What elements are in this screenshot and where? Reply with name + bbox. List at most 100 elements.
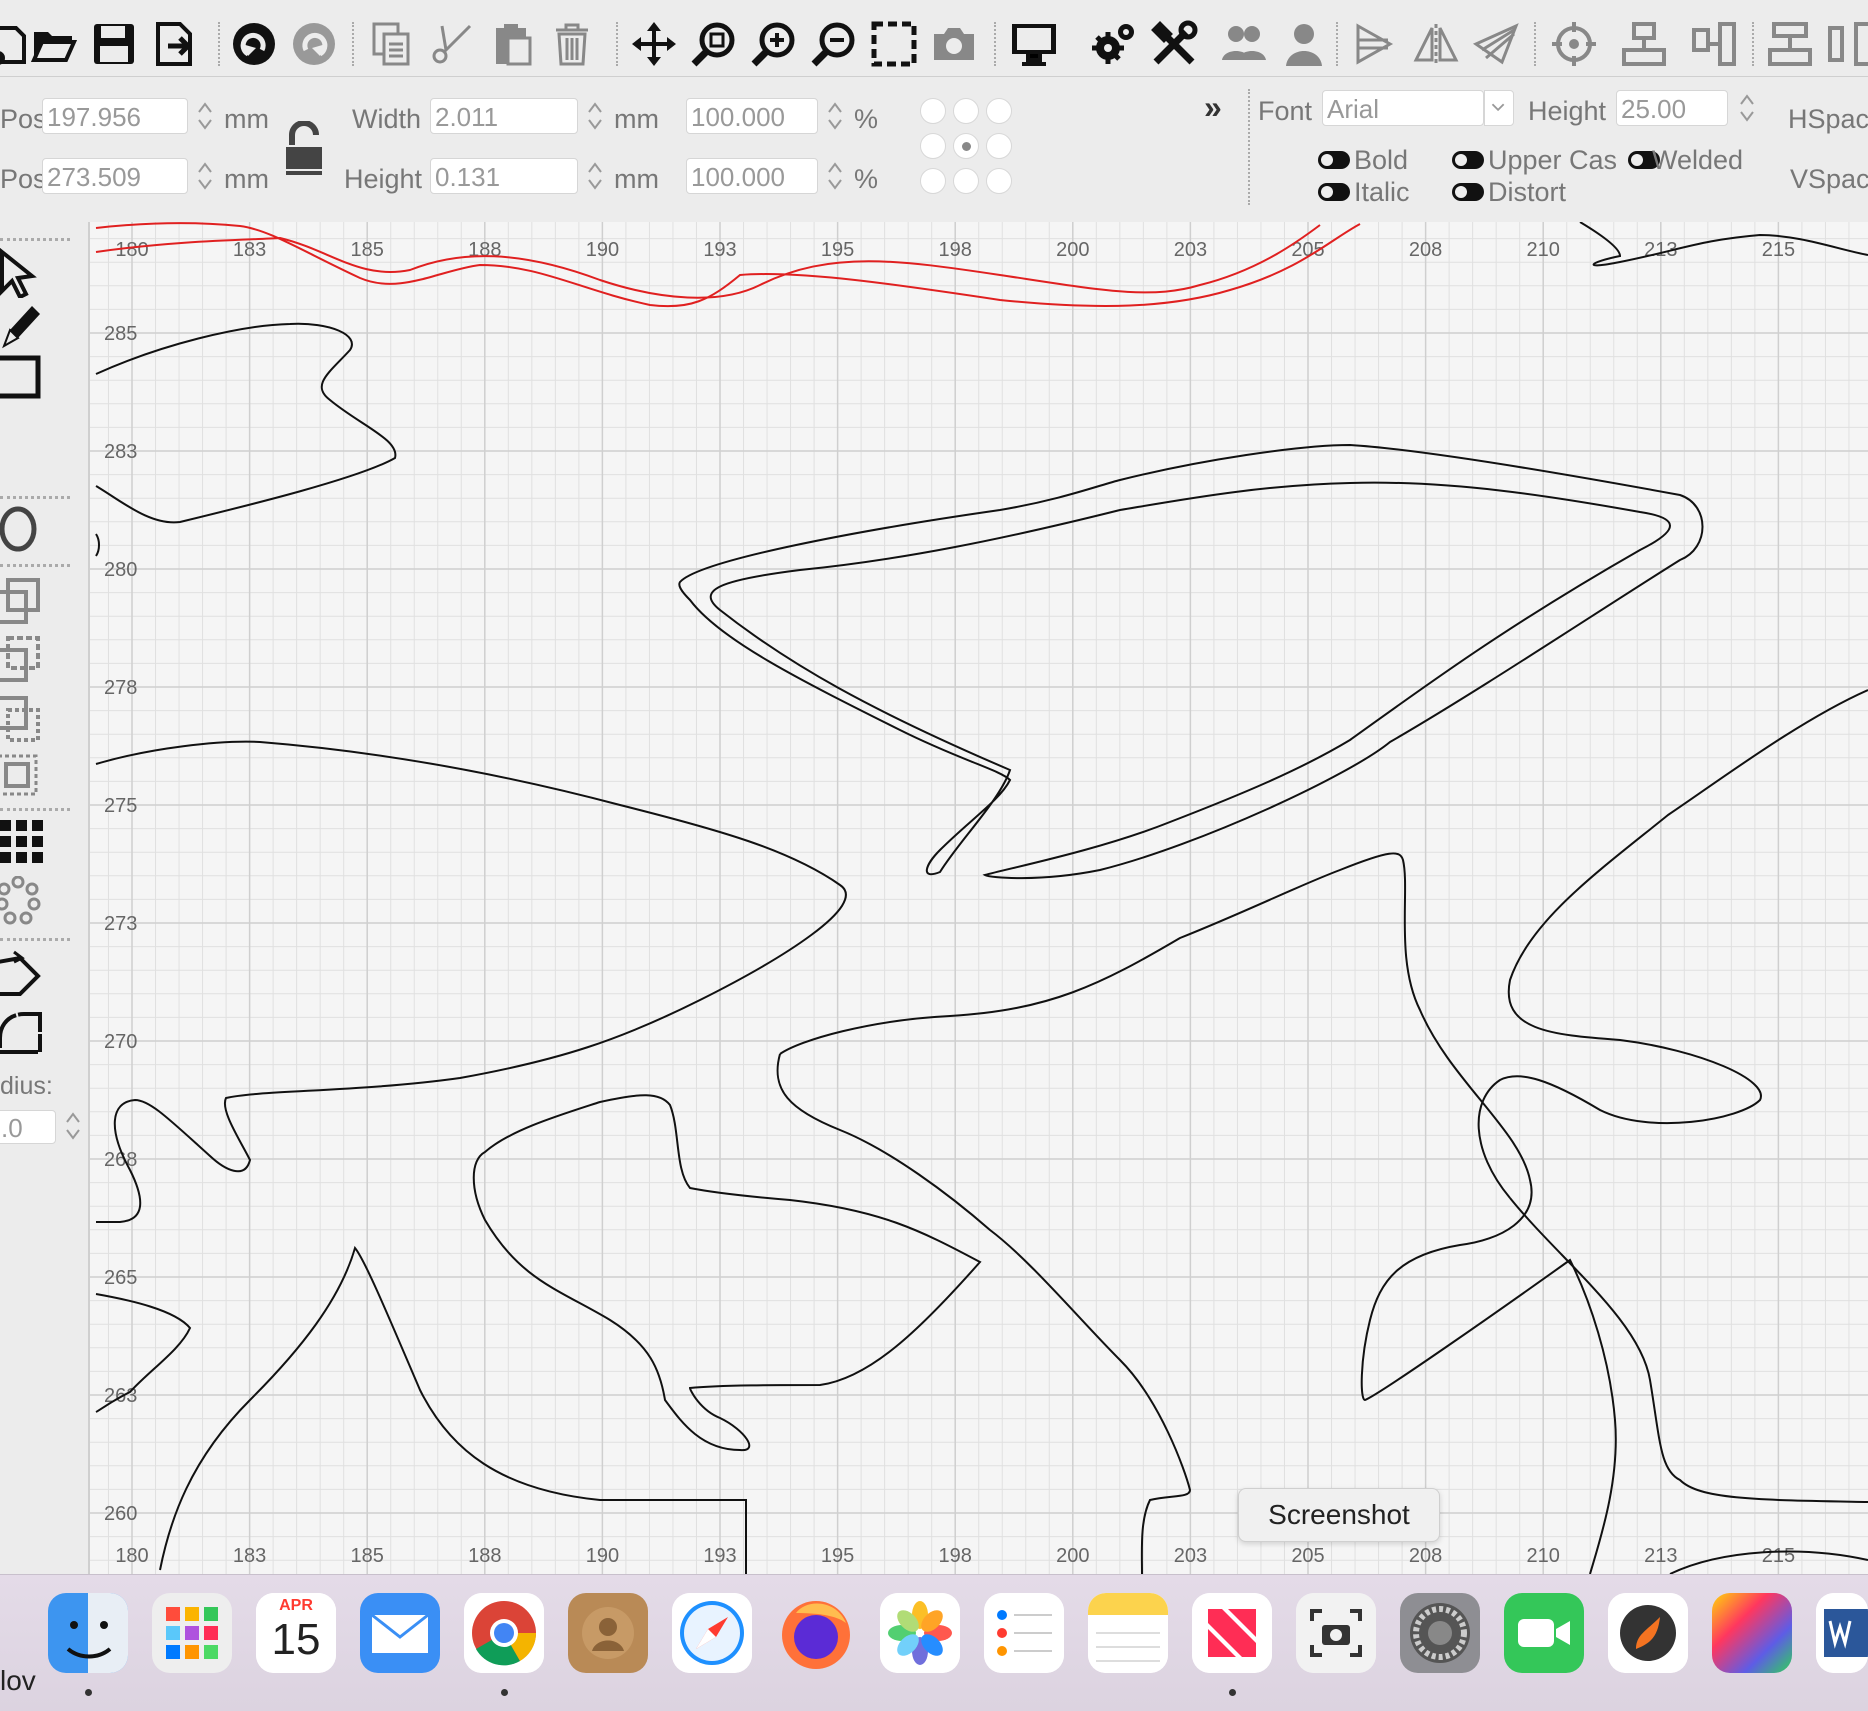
expand-icon[interactable]: » bbox=[1204, 89, 1222, 126]
boolean-union-icon[interactable] bbox=[0, 578, 50, 628]
anchor-center[interactable] bbox=[953, 133, 979, 159]
font-select-chevron-icon[interactable] bbox=[1484, 90, 1514, 126]
outline-path[interactable] bbox=[1477, 689, 1868, 1199]
mail-icon[interactable] bbox=[360, 1593, 440, 1673]
italic-toggle[interactable] bbox=[1318, 183, 1350, 201]
move-icon[interactable] bbox=[628, 18, 680, 70]
scale-width-stepper[interactable] bbox=[824, 96, 846, 136]
x-pos-stepper[interactable] bbox=[194, 96, 216, 136]
anchor-top-right[interactable] bbox=[986, 98, 1012, 124]
grid-array-icon[interactable] bbox=[0, 818, 50, 868]
send-icon[interactable] bbox=[1470, 18, 1522, 70]
align-icon[interactable] bbox=[1350, 18, 1402, 70]
rectangle-icon[interactable] bbox=[0, 352, 50, 402]
anchor-middle-left[interactable] bbox=[920, 133, 946, 159]
radius-field[interactable]: .0 bbox=[0, 1110, 56, 1144]
group-icon[interactable] bbox=[1218, 18, 1270, 70]
text-icon[interactable] bbox=[0, 504, 50, 554]
red-path-outer[interactable] bbox=[95, 224, 1321, 299]
open-folder-icon[interactable] bbox=[28, 18, 80, 70]
scale-height-field[interactable]: 100.000 bbox=[686, 158, 818, 194]
save-icon[interactable] bbox=[88, 18, 140, 70]
bold-toggle[interactable] bbox=[1318, 151, 1350, 169]
radius-stepper[interactable] bbox=[62, 1106, 84, 1146]
red-path-inner[interactable] bbox=[95, 222, 1361, 308]
anchor-top-center[interactable] bbox=[953, 98, 979, 124]
outline-path[interactable] bbox=[1509, 1197, 1868, 1503]
tools-icon[interactable] bbox=[1148, 18, 1200, 70]
anchor-middle-right[interactable] bbox=[986, 133, 1012, 159]
word-icon[interactable] bbox=[1816, 1593, 1868, 1673]
outline-path[interactable] bbox=[776, 1053, 1192, 1574]
color-icon[interactable] bbox=[1712, 1593, 1792, 1673]
lock-icon[interactable] bbox=[282, 120, 326, 177]
lightburn-icon[interactable] bbox=[1608, 1593, 1688, 1673]
outline-path[interactable] bbox=[95, 740, 847, 1223]
cut-icon[interactable] bbox=[426, 18, 478, 70]
select-arrow-icon[interactable] bbox=[0, 247, 50, 300]
notes-icon[interactable] bbox=[1088, 1593, 1168, 1673]
redo-icon[interactable] bbox=[288, 18, 340, 70]
font-height-stepper[interactable] bbox=[1736, 88, 1758, 128]
outline-path[interactable] bbox=[95, 322, 397, 524]
anchor-top-left[interactable] bbox=[920, 98, 946, 124]
x-pos-field[interactable]: 197.956 bbox=[42, 98, 188, 134]
height-field[interactable]: 0.131 bbox=[430, 158, 578, 194]
width-stepper[interactable] bbox=[584, 96, 606, 136]
news-icon[interactable] bbox=[1192, 1593, 1272, 1673]
facetime-icon[interactable] bbox=[1504, 1593, 1584, 1673]
corner-radius-icon[interactable] bbox=[0, 1008, 50, 1058]
calendar-icon[interactable]: APR 15 bbox=[256, 1593, 336, 1673]
polygon-icon[interactable] bbox=[0, 950, 50, 1000]
distribute-h-icon[interactable] bbox=[1688, 18, 1740, 70]
select-rect-icon[interactable] bbox=[868, 18, 920, 70]
chrome-icon[interactable] bbox=[464, 1593, 544, 1673]
contacts-icon[interactable] bbox=[568, 1593, 648, 1673]
scale-height-stepper[interactable] bbox=[824, 156, 846, 196]
boolean-weld-icon[interactable] bbox=[0, 752, 50, 802]
camera-icon[interactable] bbox=[928, 18, 980, 70]
reminders-icon[interactable] bbox=[984, 1593, 1064, 1673]
zoom-in-icon[interactable] bbox=[748, 18, 800, 70]
pencil-icon[interactable] bbox=[0, 300, 50, 350]
align-vertical-icon[interactable] bbox=[1764, 18, 1816, 70]
zoom-out-icon[interactable] bbox=[808, 18, 860, 70]
settings-gears-icon[interactable] bbox=[1088, 18, 1140, 70]
system-settings-icon[interactable] bbox=[1400, 1593, 1480, 1673]
design-canvas[interactable]: 180 183 185 188 190 193 195 198 200 203 205 208 210 2… bbox=[90, 222, 1868, 1574]
anchor-bottom-center[interactable] bbox=[953, 168, 979, 194]
distort-toggle[interactable] bbox=[1452, 183, 1484, 201]
distribute-v-icon[interactable] bbox=[1618, 18, 1670, 70]
font-select[interactable]: Arial bbox=[1322, 90, 1484, 126]
height-stepper[interactable] bbox=[584, 156, 606, 196]
target-icon[interactable] bbox=[1548, 18, 1600, 70]
circular-array-icon[interactable] bbox=[0, 875, 50, 926]
boolean-intersect-icon[interactable] bbox=[0, 694, 50, 744]
outline-path[interactable] bbox=[1579, 222, 1868, 267]
finder-icon[interactable] bbox=[48, 1593, 128, 1673]
copy-icon[interactable] bbox=[366, 18, 418, 70]
firefox-icon[interactable] bbox=[776, 1593, 856, 1673]
y-pos-field[interactable]: 273.509 bbox=[42, 158, 188, 194]
safari-icon[interactable] bbox=[672, 1593, 752, 1673]
user-icon[interactable] bbox=[1278, 18, 1330, 70]
delete-icon[interactable] bbox=[546, 18, 598, 70]
scale-width-field[interactable]: 100.000 bbox=[686, 98, 818, 134]
y-pos-stepper[interactable] bbox=[194, 156, 216, 196]
width-field[interactable]: 2.011 bbox=[430, 98, 578, 134]
zoom-fit-icon[interactable] bbox=[688, 18, 740, 70]
uppercase-toggle[interactable] bbox=[1452, 151, 1484, 169]
outline-path[interactable] bbox=[159, 1245, 747, 1574]
launchpad-icon[interactable] bbox=[152, 1593, 232, 1673]
paste-icon[interactable] bbox=[486, 18, 538, 70]
export-icon[interactable] bbox=[148, 18, 200, 70]
align-horizontal-icon[interactable] bbox=[1824, 18, 1868, 70]
undo-icon[interactable] bbox=[228, 18, 280, 70]
anchor-bottom-left[interactable] bbox=[920, 168, 946, 194]
boolean-subtract-icon[interactable] bbox=[0, 636, 50, 686]
photos-icon[interactable] bbox=[880, 1593, 960, 1673]
font-height-field[interactable]: 25.00 bbox=[1616, 90, 1728, 126]
screenshot-icon[interactable] bbox=[1296, 1593, 1376, 1673]
monitor-icon[interactable] bbox=[1008, 18, 1060, 70]
mirror-icon[interactable] bbox=[1410, 18, 1462, 70]
